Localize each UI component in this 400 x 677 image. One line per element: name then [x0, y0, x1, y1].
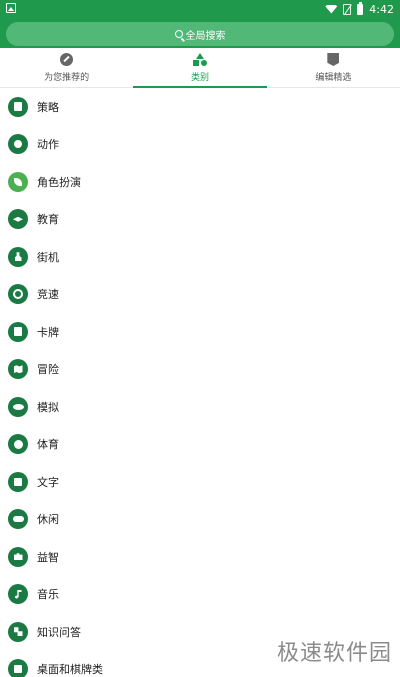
category-label: 知识问答	[37, 625, 81, 639]
puzzle-icon	[8, 546, 28, 567]
quiz-icon	[8, 621, 28, 642]
music-note-icon	[8, 584, 28, 605]
category-item-racing[interactable]: 竞速	[0, 276, 400, 314]
category-label: 教育	[37, 213, 59, 227]
text-icon	[8, 471, 28, 492]
no-sim-icon	[343, 3, 352, 15]
category-item-puzzle[interactable]: 益智	[0, 538, 400, 576]
dice-icon	[8, 659, 28, 677]
category-item-adventure[interactable]: 冒险	[0, 351, 400, 389]
category-item-casual[interactable]: 休闲	[0, 501, 400, 539]
search-icon	[174, 30, 183, 38]
battery-icon	[357, 1, 364, 15]
category-label: 冒险	[37, 363, 59, 377]
tab-editors-choice[interactable]: 编辑精选	[267, 48, 400, 87]
category-item-action[interactable]: 动作	[0, 126, 400, 164]
eye-icon	[8, 396, 28, 417]
leaf-icon	[8, 171, 28, 192]
gamepad-icon	[8, 509, 28, 530]
category-item-word[interactable]: 文字	[0, 463, 400, 501]
gallery-notification-icon	[6, 3, 16, 13]
steering-wheel-icon	[8, 284, 28, 305]
chess-icon	[8, 96, 28, 117]
action-icon	[8, 134, 28, 155]
category-label: 体育	[37, 438, 59, 452]
category-item-sports[interactable]: 体育	[0, 426, 400, 464]
global-search-bar[interactable]: 全局搜索	[6, 22, 394, 46]
category-label: 文字	[37, 475, 59, 489]
category-label: 角色扮演	[37, 175, 81, 189]
categories-icon	[192, 52, 207, 67]
graduation-cap-icon	[8, 209, 28, 230]
category-label: 模拟	[37, 400, 59, 414]
category-label: 音乐	[37, 588, 59, 602]
search-label: 全局搜索	[185, 30, 226, 42]
arcade-icon	[8, 246, 28, 267]
tab-label: 类别	[190, 72, 209, 83]
category-label: 策略	[37, 100, 59, 114]
tab-label: 为您推荐的	[44, 72, 90, 83]
map-icon	[8, 359, 28, 380]
ball-icon	[8, 434, 28, 455]
category-item-arcade[interactable]: 街机	[0, 238, 400, 276]
status-indicators: 4:42	[325, 1, 394, 17]
tab-label: 编辑精选	[315, 72, 352, 83]
tab-bar: 为您推荐的 类别 编辑精选	[0, 48, 400, 88]
watermark: 极速软件园	[276, 641, 392, 666]
category-label: 桌面和棋牌类	[37, 663, 103, 677]
category-label: 益智	[37, 550, 59, 564]
category-item-music[interactable]: 音乐	[0, 576, 400, 614]
compass-icon	[60, 53, 74, 67]
category-item-strategy[interactable]: 策略	[0, 88, 400, 126]
category-item-rpg[interactable]: 角色扮演	[0, 163, 400, 201]
wifi-icon	[325, 4, 338, 14]
category-label: 卡牌	[37, 325, 59, 339]
status-time: 4:42	[369, 2, 394, 16]
tab-categories[interactable]: 类别	[133, 48, 267, 88]
card-icon	[8, 321, 28, 342]
tab-recommended[interactable]: 为您推荐的	[0, 48, 133, 87]
editors-choice-icon	[326, 53, 340, 67]
category-list: 策略 动作 角色扮演 教育 街机 竞速 卡牌 冒险 模拟 体育 文字 休闲 益智…	[0, 88, 400, 677]
category-item-card[interactable]: 卡牌	[0, 313, 400, 351]
category-label: 街机	[37, 250, 59, 264]
category-label: 动作	[37, 138, 59, 152]
category-label: 竞速	[37, 288, 59, 302]
status-bar: 4:42	[0, 0, 400, 18]
category-item-simulation[interactable]: 模拟	[0, 388, 400, 426]
category-label: 休闲	[37, 513, 59, 527]
category-item-education[interactable]: 教育	[0, 201, 400, 239]
